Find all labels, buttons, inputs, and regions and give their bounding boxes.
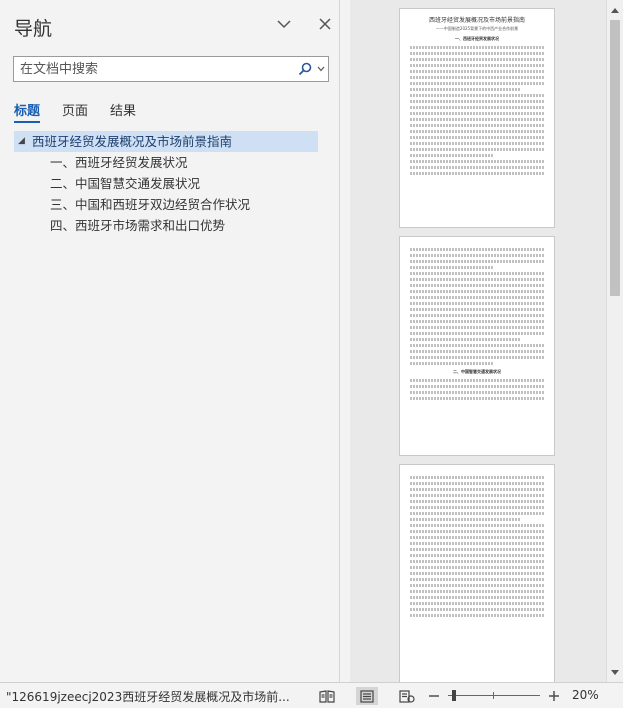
scroll-up-arrow-icon[interactable] [607,2,623,18]
nav-title: 导航 [14,18,53,40]
web-layout-icon[interactable] [396,687,418,705]
nav-tabs: 标题 页面 结果 [14,100,158,123]
search-input[interactable] [14,58,296,80]
chevron-down-icon [317,66,325,72]
zoom-level[interactable]: 20% [572,688,599,702]
word-window: 导航 标题 页面 结果 ◢ 西班牙经贸发展概况及市场前景指南 [0,0,623,708]
zoom-slider-thumb[interactable] [452,690,456,701]
tab-results[interactable]: 结果 [110,100,136,122]
zoom-out-button[interactable] [423,687,445,705]
scrollbar-thumb[interactable] [610,20,620,296]
outline-item-4[interactable]: 四、西班牙市场需求和出口优势 [14,215,318,236]
search-icon[interactable] [296,58,314,80]
outline-item-root[interactable]: ◢ 西班牙经贸发展概况及市场前景指南 [14,131,318,152]
zoom-in-button[interactable] [543,687,565,705]
print-layout-icon[interactable] [356,687,378,705]
document-name[interactable]: "126619jzeecj2023西班牙经贸发展概况及市场前... [6,688,306,705]
outline-item-3[interactable]: 三、中国和西班牙双边经贸合作状况 [14,194,318,215]
nav-options-button[interactable] [272,12,296,36]
page-subtitle: ——中国制造2025背景下的中西产业合作前景 [435,26,519,31]
vertical-scrollbar[interactable] [606,0,623,682]
zoom-slider-track[interactable] [448,695,540,696]
search-box [13,56,329,82]
outline-item-1[interactable]: 一、西班牙经贸发展状况 [14,152,318,173]
nav-close-button[interactable] [313,12,337,36]
tab-headings[interactable]: 标题 [14,100,41,123]
tab-pages[interactable]: 页面 [62,100,88,122]
document-page-1[interactable]: 西班牙经贸发展概况及市场前景指南 ——中国制造2025背景下的中西产业合作前景 … [399,8,555,228]
page-heading: 一、西班牙经贸发展状况 [455,36,499,41]
page-heading: 二、中国智慧交通发展状况 [453,369,501,374]
document-page-2[interactable]: 二、中国智慧交通发展状况 [399,236,555,456]
page-title: 西班牙经贸发展概况及市场前景指南 [428,17,525,24]
search-options-dropdown[interactable] [314,58,328,80]
document-page-3[interactable] [399,464,555,682]
scroll-down-arrow-icon[interactable] [607,664,623,680]
read-mode-icon[interactable] [316,687,338,705]
zoom-slider-midpoint [493,692,494,699]
close-icon [319,18,331,30]
outline-item-label: 西班牙经贸发展概况及市场前景指南 [32,134,233,149]
headings-outline: ◢ 西班牙经贸发展概况及市场前景指南 一、西班牙经贸发展状况 二、中国智慧交通发… [14,131,318,236]
collapse-triangle-icon[interactable]: ◢ [18,131,25,152]
outline-item-2[interactable]: 二、中国智慧交通发展状况 [14,173,318,194]
status-bar: "126619jzeecj2023西班牙经贸发展概况及市场前... 20% [0,682,623,708]
chevron-down-icon [277,20,291,29]
navigation-pane: 导航 标题 页面 结果 ◢ 西班牙经贸发展概况及市场前景指南 [0,0,340,682]
document-area[interactable]: 西班牙经贸发展概况及市场前景指南 ——中国制造2025背景下的中西产业合作前景 … [350,0,606,682]
